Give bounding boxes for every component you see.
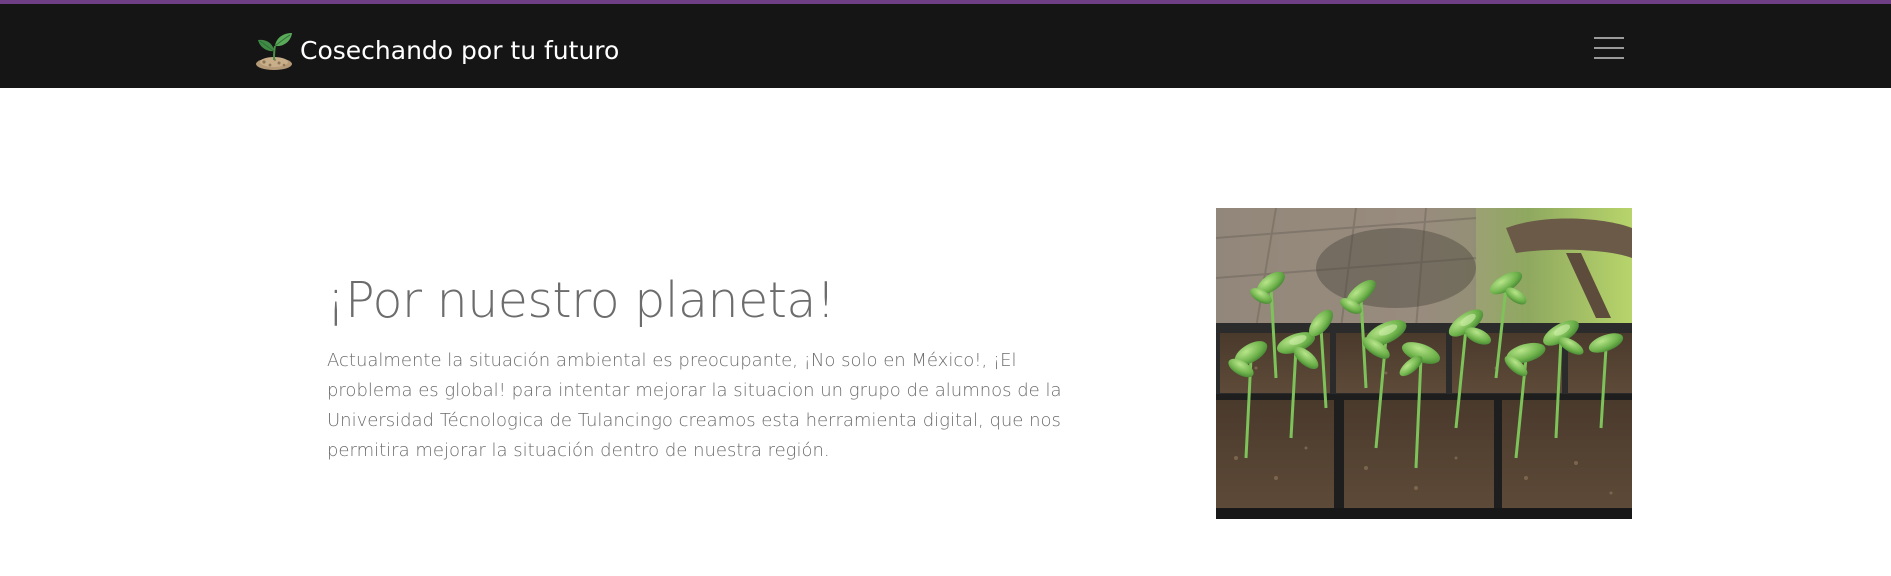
seedling-tray-photo [1216,208,1632,519]
hero-paragraph: Actualmente la situación ambiental es pr… [327,350,1062,461]
seedling-icon [254,30,294,70]
hero-section: ¡Por nuestro planeta! Actualmente la sit… [0,88,1891,576]
hamburger-menu-icon [1594,37,1624,59]
navbar: Cosechando por tu futuro [0,4,1891,88]
brand-title: Cosechando por tu futuro [300,35,620,65]
hero-title: ¡Por nuestro planeta! [326,272,836,329]
menu-toggle-button[interactable] [1588,30,1628,66]
brand-link[interactable]: Cosechando por tu futuro [254,30,619,70]
